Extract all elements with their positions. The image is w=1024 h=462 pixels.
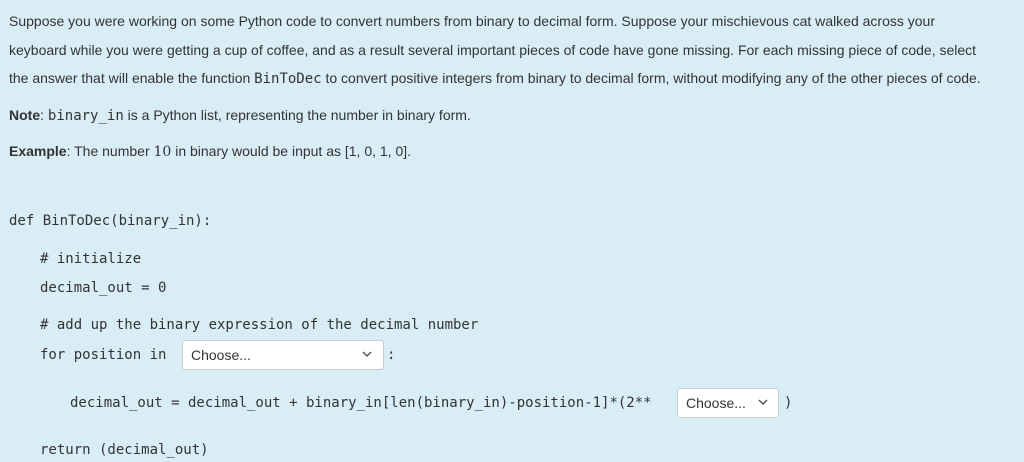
function-name: BinToDec [254,71,322,87]
question-line-3: the answer that will enable the function… [9,70,981,87]
code-comment-initialize: # initialize [40,251,142,267]
note-label: Note [9,107,41,123]
example-line: Example: The number 10 in binary would b… [9,143,411,160]
code-init-line: decimal_out = 0 [40,280,167,296]
question-line-1: Suppose you were working on some Python … [9,13,935,29]
note-separator: : [40,107,48,123]
code-for-colon: : [387,347,396,363]
example-text: in binary would be input as [1, 0, 1, 0]… [171,143,412,159]
range-select-dropdown[interactable]: Choose... [182,340,384,370]
power-select-value: Choose... [686,395,746,411]
range-select-value: Choose... [191,347,251,363]
code-assign-line: decimal_out = decimal_out + binary_in[le… [70,395,652,411]
note-variable: binary_in [47,108,124,124]
code-def-line: def BinToDec(binary_in): [9,213,212,229]
code-return-line: return (decimal_out) [40,442,209,458]
question-line-2: keyboard while you were getting a cup of… [9,42,977,58]
power-select-dropdown[interactable]: Choose... [677,388,779,418]
code-comment-add: # add up the binary expression of the de… [40,317,479,333]
example-number: 10 [153,144,172,160]
note-line: Note: binary_in is a Python list, repres… [9,107,471,124]
note-text: is a Python list, representing the numbe… [123,107,471,123]
question-text: to convert positive integers from binary… [321,70,981,86]
code-close-paren: ) [784,395,793,411]
chevron-down-icon [361,341,373,379]
code-for-prefix: for position in [40,347,167,363]
example-text: : The number [66,143,154,159]
example-label: Example [9,143,67,159]
chevron-down-icon [757,389,769,427]
question-text: the answer that will enable the function [9,70,255,86]
